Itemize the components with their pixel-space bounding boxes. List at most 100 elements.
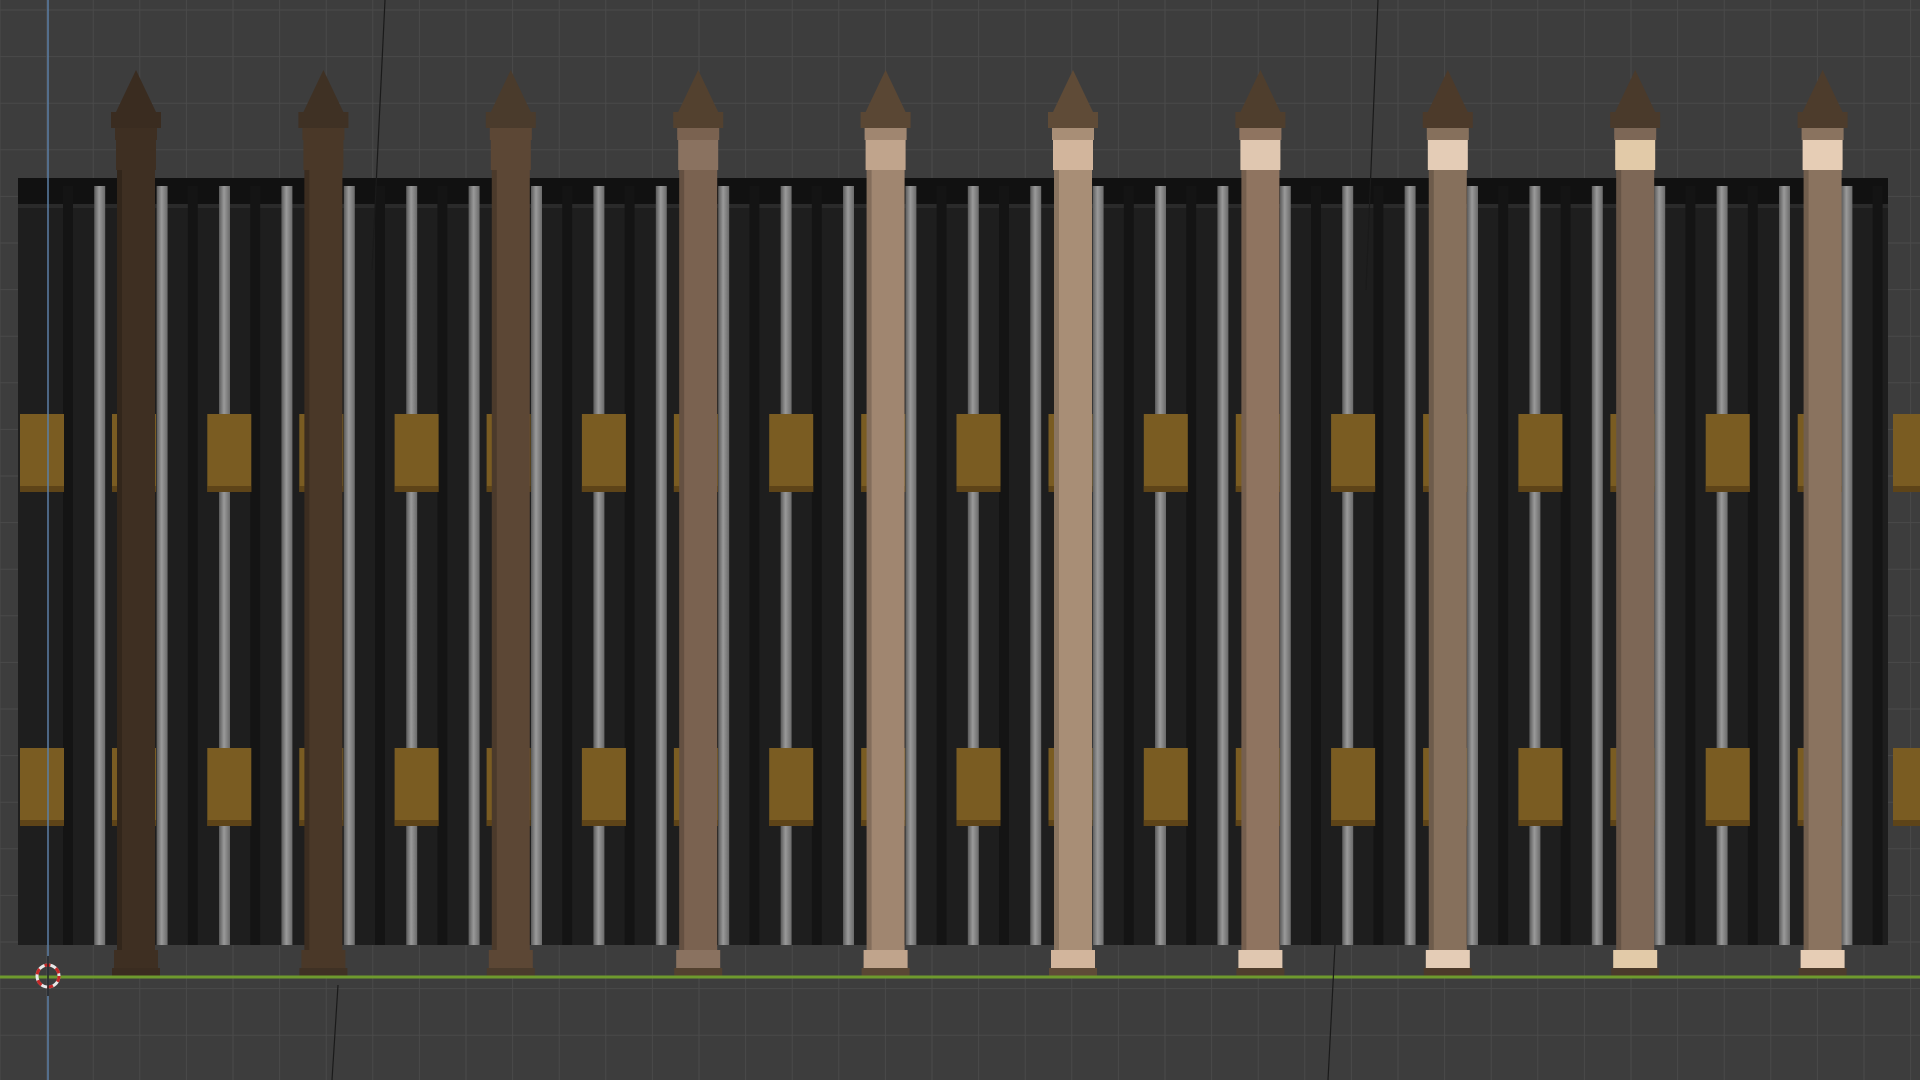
fence-plank-shadow	[394, 486, 439, 492]
post-base-top	[1238, 950, 1283, 968]
post-finial	[1240, 70, 1281, 112]
fence-bar	[1217, 186, 1229, 945]
fence-plank	[394, 748, 439, 826]
post-finial	[116, 70, 156, 112]
fence-plank-shadow	[769, 486, 814, 492]
post-shaft	[866, 170, 905, 950]
fence-bar	[1404, 186, 1416, 945]
post-collar	[1802, 140, 1843, 170]
fence-post[interactable]	[860, 70, 911, 978]
post-shaft	[1054, 170, 1092, 950]
post-cap	[1422, 112, 1473, 128]
fence-plank-shadow	[1518, 820, 1563, 826]
post-finial	[1615, 70, 1656, 112]
fence-bar	[1591, 186, 1603, 945]
post-shaft-shade	[491, 170, 497, 950]
fence-plank-shadow	[956, 486, 1001, 492]
fence-bar-shadow	[1685, 186, 1696, 945]
post-cap-neck	[115, 128, 157, 140]
post-shaft	[679, 170, 718, 950]
fence-bar-shadow	[1560, 186, 1571, 945]
post-shaft	[117, 170, 155, 950]
post-base-top	[676, 950, 721, 968]
post-shaft-shade	[1241, 170, 1247, 950]
post-shaft	[1241, 170, 1280, 950]
post-cap	[1797, 112, 1848, 128]
post-shaft	[1803, 170, 1842, 950]
post-finial	[865, 70, 906, 112]
fence-post[interactable]	[485, 70, 536, 978]
fence-bar	[1716, 186, 1728, 945]
fence-bar-shadow	[63, 186, 73, 945]
post-shaft-shade	[117, 170, 122, 950]
post-cap-neck	[489, 128, 532, 140]
post-collar	[116, 140, 156, 170]
post-collar	[1240, 140, 1281, 170]
fence-plank-shadow	[769, 820, 814, 826]
post-collar	[490, 140, 531, 170]
fence-bar	[905, 186, 917, 945]
fence-plank	[1518, 414, 1563, 492]
fence-plank	[956, 748, 1001, 826]
fence-post[interactable]	[1235, 70, 1286, 978]
post-collar	[678, 140, 719, 170]
fence-bar	[780, 186, 792, 945]
3d-viewport[interactable]	[0, 0, 1920, 1080]
fence-bar-shadow	[811, 186, 822, 945]
fence-bar	[468, 186, 480, 945]
fence-plank	[207, 748, 252, 826]
post-finial	[303, 70, 344, 112]
fence-plank-shadow	[207, 820, 252, 826]
fence-plank-shadow	[20, 486, 64, 492]
fence-plank-shadow	[581, 820, 626, 826]
post-cap-neck	[1426, 128, 1469, 140]
fence-bar-shadow	[1373, 186, 1384, 945]
fence-plank	[20, 748, 64, 826]
fence-post[interactable]	[1422, 70, 1473, 978]
post-cap-neck	[302, 128, 345, 140]
post-base-top	[863, 950, 908, 968]
fence-model[interactable]	[18, 70, 1920, 978]
fence-bar	[281, 186, 293, 945]
fence-bar-shadow	[1311, 186, 1321, 945]
fence-plank	[1143, 748, 1188, 826]
post-base-top	[1613, 950, 1658, 968]
post-cap-neck	[1052, 128, 1094, 140]
fence-plank-shadow	[1518, 486, 1563, 492]
post-cap	[111, 112, 161, 128]
fence-bar-shadow	[624, 186, 635, 945]
fence-plank	[207, 414, 252, 492]
fence-plank	[581, 414, 626, 492]
post-cap	[1610, 112, 1661, 128]
post-shaft	[304, 170, 343, 950]
fence-bar-shadow	[1123, 186, 1134, 945]
post-cap	[1235, 112, 1286, 128]
fence-bar	[343, 186, 355, 945]
fence-plank	[1143, 414, 1188, 492]
fence-bar-shadow	[187, 186, 198, 945]
fence-post[interactable]	[1048, 70, 1098, 978]
post-cap-neck	[677, 128, 720, 140]
fence-post[interactable]	[1797, 70, 1848, 978]
fence-post[interactable]	[673, 70, 724, 978]
fence-bar	[655, 186, 667, 945]
post-collar	[303, 140, 344, 170]
post-cap	[1048, 112, 1098, 128]
post-shaft-shade	[304, 170, 310, 950]
post-finial	[678, 70, 719, 112]
fence-plank	[20, 414, 64, 492]
guide-line	[1327, 944, 1336, 1080]
fence-plank	[394, 414, 439, 492]
post-cap-neck	[1801, 128, 1844, 140]
fence-bar-shadow	[999, 186, 1009, 945]
fence-post[interactable]	[111, 70, 161, 978]
viewport-scene[interactable]	[0, 0, 1920, 1080]
post-cap	[860, 112, 911, 128]
fence-plank	[769, 414, 814, 492]
fence-plank-shadow	[581, 486, 626, 492]
fence-post[interactable]	[298, 70, 349, 978]
fence-post[interactable]	[1610, 70, 1661, 978]
fence-plank-shadow	[1893, 820, 1920, 826]
fence-panel[interactable]	[18, 178, 1888, 945]
fence-plank-shadow	[1331, 486, 1376, 492]
